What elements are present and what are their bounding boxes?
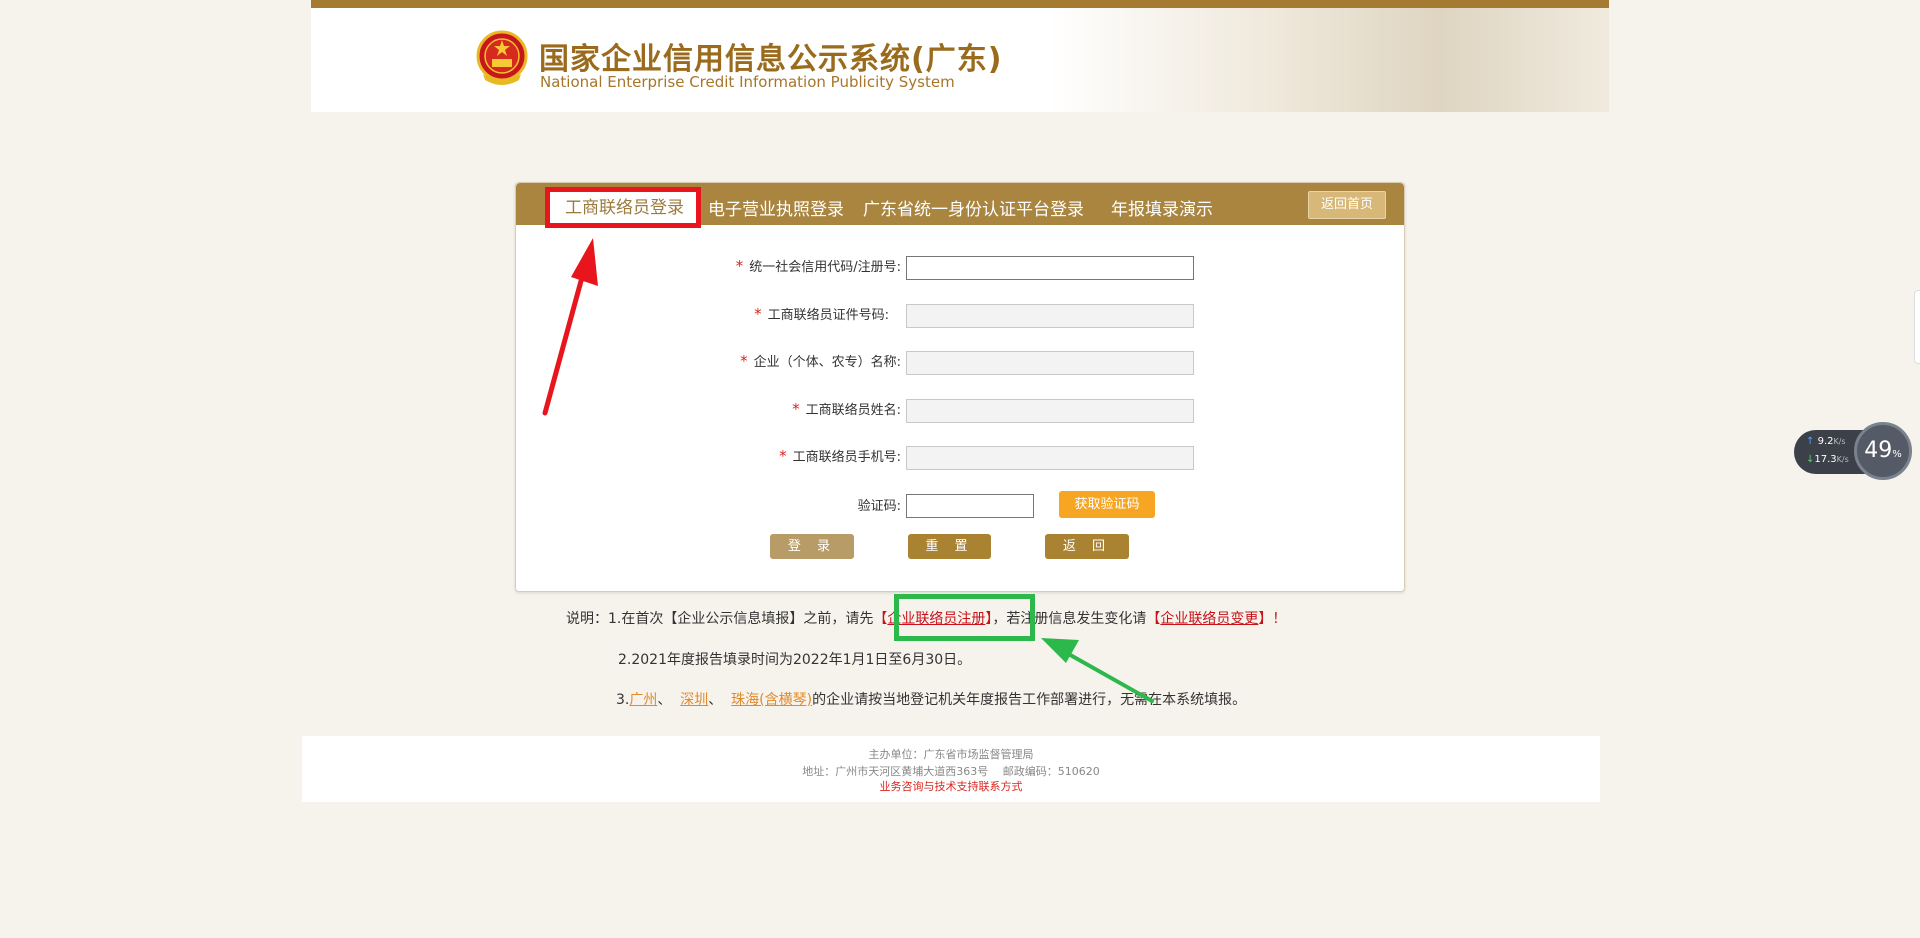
contact-name-input[interactable] [906, 399, 1194, 423]
credit-code-label: * 统一社会信用代码/注册号: [735, 257, 901, 275]
required-mark: * [779, 447, 787, 465]
site-title: 国家企业信用信息公示系统(广东) [539, 42, 1003, 77]
contact-phone-input[interactable] [906, 446, 1194, 470]
required-mark: * [792, 400, 800, 418]
required-mark: * [740, 352, 748, 370]
id-number-input[interactable] [906, 304, 1194, 328]
upload-arrow-icon: ↑ [1806, 436, 1815, 447]
header-mountain-background [1049, 8, 1609, 112]
tab-annual-report-demo[interactable]: 年报填录演示 [1111, 195, 1213, 220]
contact-change-link[interactable]: 企业联络员变更 [1160, 611, 1258, 627]
return-button[interactable]: 返 回 [1045, 534, 1129, 559]
city-link-guangzhou[interactable]: 广州 [629, 692, 657, 708]
header-gold-bar [311, 0, 1609, 8]
red-highlight-box [545, 187, 701, 228]
footer-address: 地址：广州市天河区黄埔大道西363号 邮政编码：510620 [802, 765, 1100, 778]
contact-name-label: * 工商联络员姓名: [792, 400, 901, 418]
footer-sponsor: 主办单位：广东省市场监督管理局 [868, 748, 1034, 761]
login-panel: 工商联络员登录 电子营业执照登录 广东省统一身份认证平台登录 年报填录演示 返回… [515, 182, 1405, 592]
tab-unified-identity-login[interactable]: 广东省统一身份认证平台登录 [863, 195, 1084, 220]
side-panel-tab[interactable] [1914, 290, 1920, 364]
login-button[interactable]: 登 录 [770, 534, 854, 559]
required-mark: * [754, 305, 762, 323]
reset-button[interactable]: 重 置 [908, 534, 991, 559]
company-name-label: * 企业（个体、农专）名称: [740, 352, 901, 370]
national-emblem-icon [476, 30, 528, 85]
captcha-input[interactable] [906, 494, 1034, 518]
green-highlight-box [894, 594, 1035, 641]
tab-e-license-login[interactable]: 电子营业执照登录 [708, 195, 844, 220]
download-speed: ↓17.3K/s [1806, 454, 1849, 465]
site-footer: 主办单位：广东省市场监督管理局 地址：广州市天河区黄埔大道西363号 邮政编码：… [302, 736, 1600, 802]
note-line-3: 3.广州、 深圳、 珠海(含横琴)的企业请按当地登记机关年度报告工作部署进行，无… [616, 692, 1247, 708]
id-number-label: * 工商联络员证件号码: [754, 305, 889, 323]
city-link-shenzhen[interactable]: 深圳 [680, 692, 708, 708]
back-home-button[interactable]: 返回首页 [1308, 191, 1386, 219]
memory-usage-circle[interactable]: 49% [1854, 422, 1912, 480]
note-line-2: 2.2021年度报告填录时间为2022年1月1日至6月30日。 [618, 652, 972, 668]
required-mark: * [735, 257, 744, 275]
get-code-button[interactable]: 获取验证码 [1059, 491, 1155, 518]
memory-percent: 49% [1864, 438, 1902, 463]
contact-phone-label: * 工商联络员手机号: [779, 447, 901, 465]
credit-code-input[interactable] [906, 256, 1194, 280]
city-link-zhuhai[interactable]: 珠海(含横琴) [731, 692, 812, 708]
site-subtitle: National Enterprise Credit Information P… [540, 73, 955, 91]
site-header: 国家企业信用信息公示系统(广东) National Enterprise Cre… [311, 0, 1609, 112]
captcha-label: 验证码: [857, 499, 901, 514]
company-name-input[interactable] [906, 351, 1194, 375]
upload-speed: ↑ 9.2K/s [1806, 436, 1846, 447]
footer-contact-link[interactable]: 业务咨询与技术支持联系方式 [302, 778, 1600, 794]
